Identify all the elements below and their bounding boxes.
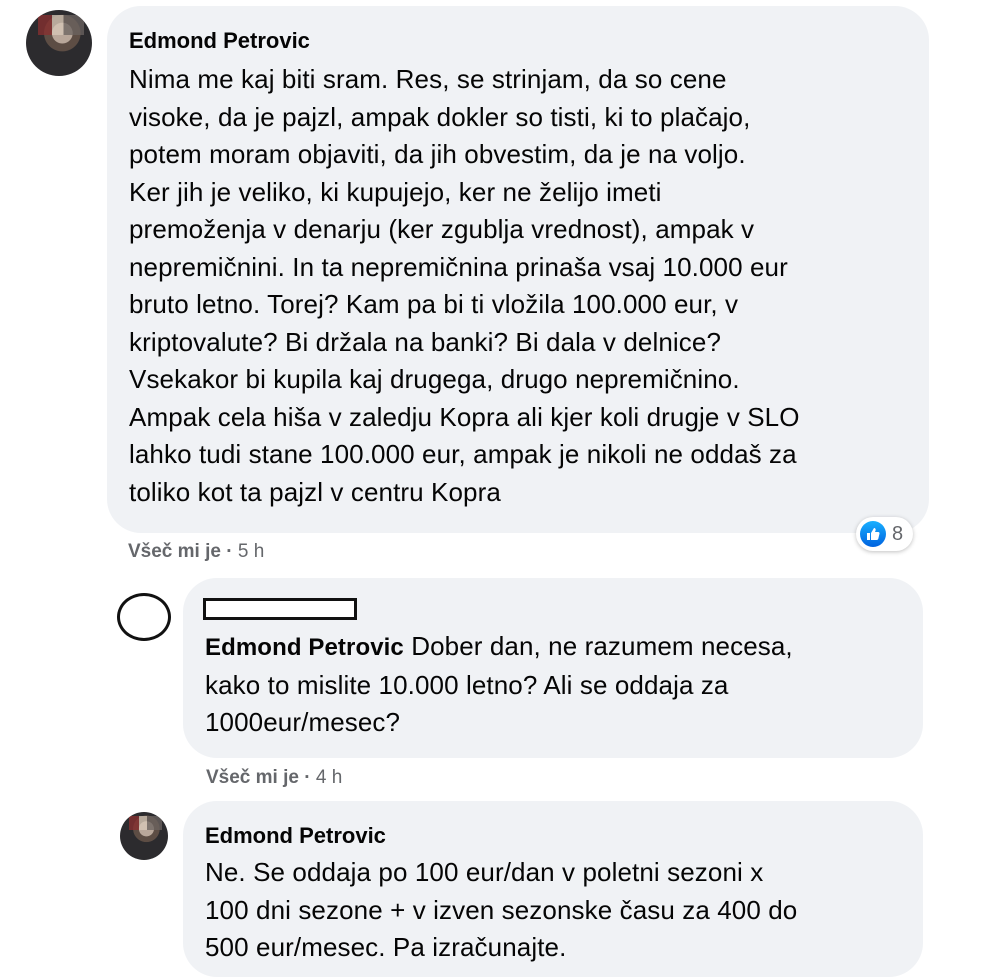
redacted-author [203,598,357,620]
comment-bubble: Edmond Petrovic Nima me kaj biti sram. R… [107,6,929,533]
thumbs-up-icon [860,521,886,547]
comment-author[interactable]: Edmond Petrovic [205,823,386,849]
comment-actions: Všeč mi je · 5 h [128,541,264,563]
reply-bubble: Edmond Petrovic Dober dan, ne razumem ne… [183,578,923,758]
reply-actions: Všeč mi je · 4 h [206,767,342,789]
avatar[interactable] [117,593,171,641]
timestamp[interactable]: 5 h [238,541,264,562]
reply-bubble: Edmond Petrovic Ne. Se oddaja po 100 eur… [183,801,923,977]
like-button[interactable]: Všeč mi je [128,541,221,562]
separator: · [304,767,316,788]
avatar[interactable] [26,10,92,76]
mention-link[interactable]: Edmond Petrovic [205,634,404,661]
separator: · [226,541,238,562]
comment-text: Nima me kaj biti sram. Res, se strinjam,… [129,64,800,507]
reaction-summary[interactable]: 8 [856,517,914,551]
reaction-count: 8 [892,522,904,545]
timestamp[interactable]: 4 h [316,767,342,788]
comment-author[interactable]: Edmond Petrovic [129,28,310,54]
avatar[interactable] [120,812,168,860]
like-button[interactable]: Všeč mi je [206,767,299,788]
reply-text: Edmond Petrovic Dober dan, ne razumem ne… [205,631,793,737]
reply-text: Ne. Se oddaja po 100 eur/dan v poletni s… [205,857,798,962]
